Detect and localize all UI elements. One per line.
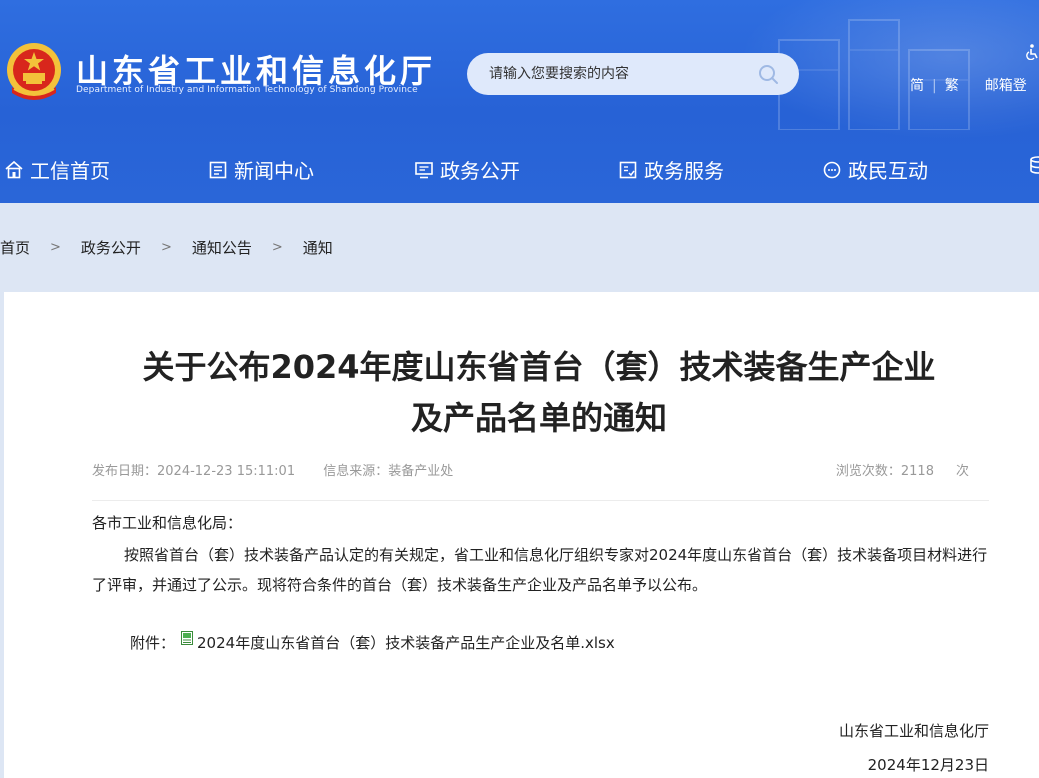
breadcrumb-separator: > bbox=[50, 240, 61, 255]
article-meta: 发布日期：2024-12-23 15:11:01 信息来源：装备产业处 浏览次数… bbox=[92, 460, 969, 479]
article-title-line-2: 及产品名单的通知 bbox=[410, 399, 667, 437]
body-paragraph: 按照省首台（套）技术装备产品认定的有关规定，省工业和信息化厅组织专家对2024年… bbox=[92, 546, 988, 594]
search-icon[interactable] bbox=[757, 63, 779, 85]
nav-label: 政务公开 bbox=[440, 159, 520, 183]
nav-label: 工信首页 bbox=[30, 159, 110, 183]
breadcrumb-separator: > bbox=[160, 240, 172, 255]
signature-org: 山东省工业和信息化厅 bbox=[838, 722, 989, 740]
source-label: 信息来源： bbox=[323, 464, 389, 479]
search-box bbox=[467, 53, 799, 95]
article-panel: 关于公布2024年度山东省首台（套）技术装备生产企业 及产品名单的通知 发布日期… bbox=[4, 292, 1039, 778]
top-links: 简 | 繁 邮箱登 bbox=[910, 75, 1027, 95]
views-unit: 次 bbox=[955, 464, 969, 479]
article-body: 各市工业和信息化局： 按照省首台（套）技术装备产品认定的有关规定，省工业和信息化… bbox=[92, 510, 997, 653]
attachment-row: 附件： 2024年度山东省首台（套）技术装备产品生产企业及名单.xlsx bbox=[92, 630, 997, 653]
service-icon bbox=[619, 161, 637, 178]
search-input[interactable] bbox=[489, 63, 739, 85]
source-value: 装备产业处 bbox=[388, 464, 454, 479]
news-icon bbox=[209, 161, 227, 178]
nav-item-interaction[interactable]: 政民互动 bbox=[822, 155, 928, 184]
views-label: 浏览次数： bbox=[835, 464, 901, 479]
chat-icon bbox=[823, 161, 841, 178]
lang-traditional-link[interactable]: 繁 bbox=[945, 78, 959, 94]
breadcrumb-separator: > bbox=[271, 240, 283, 255]
site-subtitle: Department of Industry and Information T… bbox=[76, 85, 418, 95]
nav-label: 政民互动 bbox=[848, 159, 928, 183]
national-emblem-icon bbox=[7, 43, 61, 100]
breadcrumb: 首页 > 政务公开 > 通知公告 > 通知 bbox=[0, 237, 333, 258]
accessibility-icon[interactable] bbox=[1025, 44, 1039, 60]
signature-date: 2024年12月23日 bbox=[867, 756, 989, 774]
nav-label: 新闻中心 bbox=[234, 159, 314, 183]
salutation: 各市工业和信息化局： bbox=[92, 514, 243, 532]
home-icon bbox=[5, 160, 23, 178]
publish-date: 2024-12-23 15:11:01 bbox=[157, 464, 296, 479]
nav-item-more[interactable] bbox=[1028, 155, 1039, 175]
lang-simplified-link[interactable]: 简 bbox=[910, 78, 924, 94]
breadcrumb-home[interactable]: 首页 bbox=[0, 237, 30, 258]
publish-label: 发布日期： bbox=[92, 464, 158, 479]
breadcrumb-notices[interactable]: 通知公告 bbox=[192, 237, 252, 258]
meta-divider bbox=[92, 500, 989, 501]
monitor-icon bbox=[415, 161, 433, 178]
site-header: 山东省工业和信息化厅 Department of Industry and In… bbox=[0, 0, 1039, 203]
attachment-link[interactable]: 2024年度山东省首台（套）技术装备产品生产企业及名单.xlsx bbox=[197, 632, 615, 653]
attachment-label: 附件： bbox=[130, 634, 176, 652]
mail-login-link[interactable]: 邮箱登 bbox=[985, 78, 1027, 94]
lang-separator: | bbox=[932, 78, 937, 94]
breadcrumb-notice[interactable]: 通知 bbox=[303, 237, 333, 258]
database-icon bbox=[1030, 156, 1039, 174]
nav-item-news[interactable]: 新闻中心 bbox=[208, 155, 314, 184]
nav-item-gov-services[interactable]: 政务服务 bbox=[618, 155, 724, 184]
excel-file-icon bbox=[181, 630, 194, 645]
nav-item-home[interactable]: 工信首页 bbox=[4, 155, 110, 184]
article-title-line-1: 关于公布2024年度山东省首台（套）技术装备生产企业 bbox=[142, 348, 936, 386]
nav-label: 政务服务 bbox=[644, 159, 724, 183]
main-nav: 工信首页 新闻中心 政务公开 政务服务 政民互动 bbox=[0, 146, 1039, 194]
views-count: 2118 bbox=[900, 464, 934, 479]
nav-item-gov-affairs[interactable]: 政务公开 bbox=[414, 155, 520, 184]
signature: 山东省工业和信息化厅 2024年12月23日 bbox=[839, 714, 989, 778]
article-title: 关于公布2024年度山东省首台（套）技术装备生产企业 及产品名单的通知 bbox=[64, 342, 1014, 444]
breadcrumb-gov-affairs[interactable]: 政务公开 bbox=[81, 237, 141, 258]
